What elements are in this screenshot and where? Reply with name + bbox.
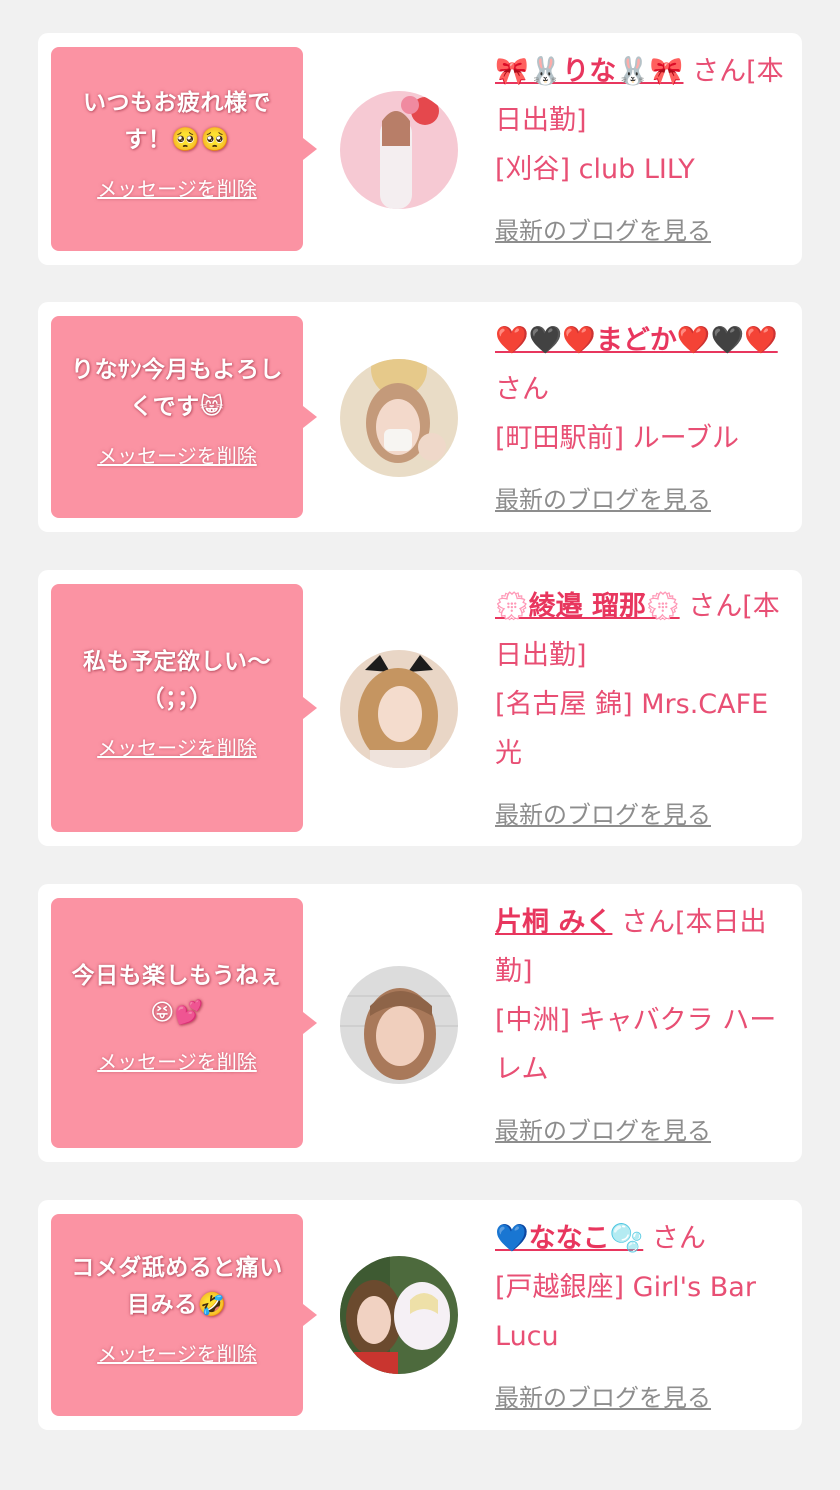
- message-bubble: りなｻﾝ今月もよろしくです😸 メッセージを削除: [51, 316, 317, 518]
- avatar[interactable]: [340, 650, 458, 768]
- sender-suffix: さん: [651, 1223, 706, 1254]
- sender-name-link[interactable]: 💮綾邉 瑠那💮: [495, 591, 680, 622]
- sender-info: 💮綾邉 瑠那💮 さん[本日出勤] [名古屋 錦] Mrs.CAFE 光 最新のブ…: [495, 582, 790, 840]
- delete-message-link[interactable]: メッセージを削除: [97, 732, 257, 761]
- sender-suffix: さん: [495, 374, 549, 405]
- avatar[interactable]: [340, 1256, 458, 1374]
- message-text: りなｻﾝ今月もよろしくです😸: [71, 357, 283, 420]
- shop-label: [中洲] キャバクラ ハーレム: [495, 1005, 777, 1085]
- sender-name-link[interactable]: ❤️🖤❤️まどか❤️🖤❤️: [495, 325, 778, 356]
- shop-label: [戸越銀座] Girl's Bar Lucu: [495, 1272, 756, 1352]
- message-bubble: コメダ舐めると痛い目みる🤣 メッセージを削除: [51, 1214, 317, 1416]
- view-blog-link[interactable]: 最新のブログを見る: [495, 1107, 790, 1156]
- delete-message-link[interactable]: メッセージを削除: [97, 1046, 257, 1075]
- message-list: いつもお疲れ様です！🥺🥺 メッセージを削除 🎀🐰りな🐰🎀 さん[本日出勤] [刈…: [0, 0, 840, 1490]
- message-card: りなｻﾝ今月もよろしくです😸 メッセージを削除 ❤️🖤❤️まどか❤️🖤❤️ さん…: [38, 302, 802, 532]
- message-text: 私も予定欲しい〜（；；）: [83, 649, 271, 712]
- message-bubble: いつもお疲れ様です！🥺🥺 メッセージを削除: [51, 47, 317, 251]
- message-text: コメダ舐めると痛い目みる🤣: [71, 1255, 283, 1318]
- view-blog-link[interactable]: 最新のブログを見る: [495, 1374, 790, 1423]
- shop-label: [名古屋 錦] Mrs.CAFE 光: [495, 689, 769, 769]
- avatar[interactable]: [340, 91, 458, 209]
- message-card: いつもお疲れ様です！🥺🥺 メッセージを削除 🎀🐰りな🐰🎀 さん[本日出勤] [刈…: [38, 33, 802, 265]
- sender-info: 片桐 みく さん[本日出勤] [中洲] キャバクラ ハーレム 最新のブログを見る: [495, 898, 790, 1156]
- message-bubble: 今日も楽しもうねぇ😝💕 メッセージを削除: [51, 898, 317, 1148]
- message-bubble: 私も予定欲しい〜（；；） メッセージを削除: [51, 584, 317, 832]
- view-blog-link[interactable]: 最新のブログを見る: [495, 476, 790, 525]
- shop-label: [刈谷] club LILY: [495, 154, 695, 185]
- view-blog-link[interactable]: 最新のブログを見る: [495, 791, 790, 840]
- sender-name-link[interactable]: 片桐 みく: [495, 907, 612, 938]
- sender-name-link[interactable]: 🎀🐰りな🐰🎀: [495, 56, 683, 87]
- sender-name-link[interactable]: 💙ななこ🫧: [495, 1223, 643, 1254]
- sender-info: ❤️🖤❤️まどか❤️🖤❤️ さん [町田駅前] ルーブル 最新のブログを見る: [495, 316, 790, 525]
- delete-message-link[interactable]: メッセージを削除: [97, 1338, 257, 1367]
- message-text: 今日も楽しもうねぇ😝💕: [71, 963, 283, 1026]
- sender-info: 💙ななこ🫧 さん [戸越銀座] Girl's Bar Lucu 最新のブログを見…: [495, 1214, 790, 1423]
- message-card: 今日も楽しもうねぇ😝💕 メッセージを削除 片桐 みく さん[本日出勤] [中洲]…: [38, 884, 802, 1162]
- message-card: 私も予定欲しい〜（；；） メッセージを削除 💮綾邉 瑠那💮 さん[本日出勤] […: [38, 570, 802, 846]
- message-card: コメダ舐めると痛い目みる🤣 メッセージを削除 💙ななこ🫧 さん [戸越銀座] G…: [38, 1200, 802, 1430]
- avatar[interactable]: [340, 966, 458, 1084]
- delete-message-link[interactable]: メッセージを削除: [97, 440, 257, 469]
- sender-info: 🎀🐰りな🐰🎀 さん[本日出勤] [刈谷] club LILY 最新のブログを見る: [495, 47, 790, 256]
- view-blog-link[interactable]: 最新のブログを見る: [495, 207, 790, 256]
- message-text: いつもお疲れ様です！🥺🥺: [83, 90, 271, 153]
- shop-label: [町田駅前] ルーブル: [495, 423, 740, 454]
- delete-message-link[interactable]: メッセージを削除: [97, 173, 257, 202]
- avatar[interactable]: [340, 359, 458, 477]
